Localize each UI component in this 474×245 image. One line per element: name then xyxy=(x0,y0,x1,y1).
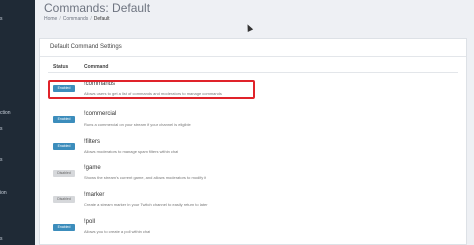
command-name[interactable]: !marker xyxy=(84,192,104,198)
status-badge[interactable]: Disabled xyxy=(53,196,75,203)
command-row[interactable]: Enabled !commercial Runs a commercial on… xyxy=(40,111,466,141)
page-header: Commands: Default Home / Commands / Default xyxy=(35,0,474,30)
sidebar-item[interactable]: ction xyxy=(0,110,11,116)
breadcrumb-separator: / xyxy=(90,16,92,22)
breadcrumb-home[interactable]: Home xyxy=(44,16,57,22)
column-header-status: Status xyxy=(53,64,69,70)
sidebar-item[interactable]: s xyxy=(0,236,3,242)
command-description: Runs a commercial on your stream if your… xyxy=(84,122,191,127)
sidebar-item[interactable]: s xyxy=(0,126,3,132)
sidebar-item[interactable]: s xyxy=(0,157,3,163)
command-description: Allows you to create a poll within chat xyxy=(84,229,151,234)
sidebar-item[interactable]: s xyxy=(0,16,3,22)
command-row[interactable]: Disabled !game Shows the stream's curren… xyxy=(40,165,466,195)
page-title: Commands: Default xyxy=(44,1,151,15)
command-name[interactable]: !game xyxy=(84,165,101,171)
command-name[interactable]: !poll xyxy=(84,219,95,225)
command-row[interactable]: Disabled !marker Create a stream marker … xyxy=(40,192,466,222)
breadcrumb-commands[interactable]: Commands xyxy=(63,16,89,22)
sidebar: s ction s s ion s xyxy=(0,0,35,245)
command-name[interactable]: !filters xyxy=(84,139,100,145)
breadcrumb-separator: / xyxy=(59,16,61,22)
command-row[interactable]: Enabled !poll Allows you to create a pol… xyxy=(40,219,466,244)
status-badge[interactable]: Enabled xyxy=(53,224,75,231)
highlight-annotation xyxy=(48,80,255,99)
panel-title: Default Command Settings xyxy=(50,44,122,50)
command-description: Shows the stream's current game, and all… xyxy=(84,175,207,180)
breadcrumb-current: Default xyxy=(93,16,110,22)
status-badge[interactable]: Enabled xyxy=(53,143,75,150)
divider xyxy=(40,56,466,57)
command-description: Create a stream marker in your Twitch ch… xyxy=(84,202,208,207)
breadcrumb: Home / Commands / Default xyxy=(44,16,110,22)
sidebar-item[interactable]: ion xyxy=(0,190,7,196)
command-description: Allows moderators to manage spam filters… xyxy=(84,149,179,154)
column-header-command: Command xyxy=(84,64,109,70)
divider xyxy=(48,72,458,73)
status-badge[interactable]: Disabled xyxy=(53,170,75,177)
command-settings-panel: Default Command Settings Status Command … xyxy=(39,38,467,245)
status-badge[interactable]: Enabled xyxy=(53,116,75,123)
command-name[interactable]: !commercial xyxy=(84,111,116,117)
